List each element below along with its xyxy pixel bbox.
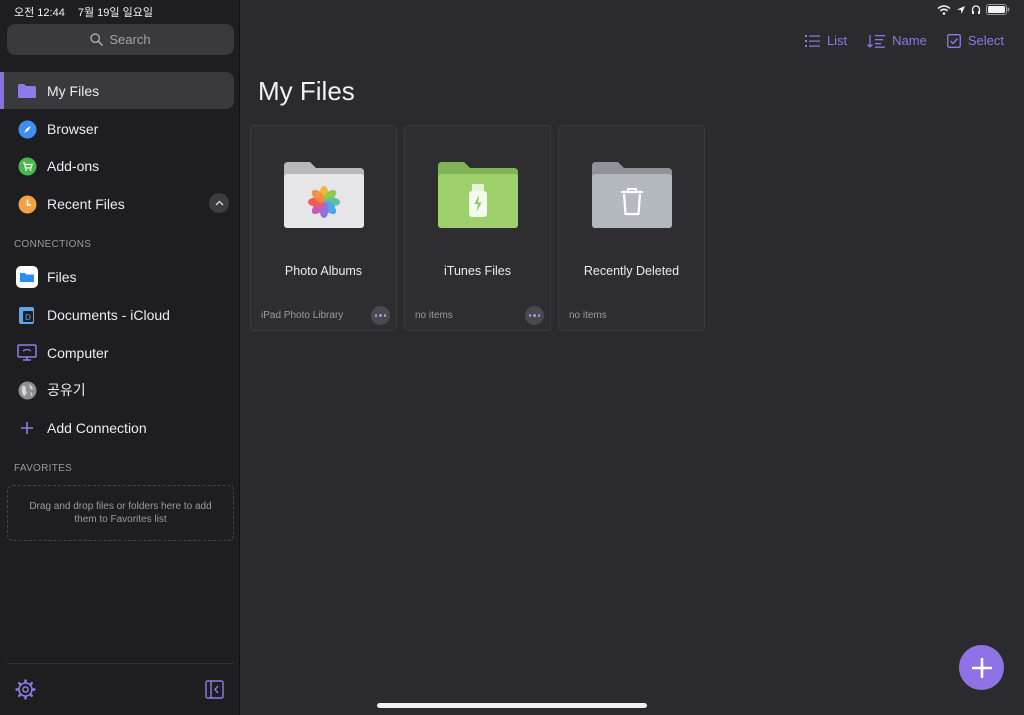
plus-icon [971, 657, 992, 678]
add-connection-button[interactable]: Add Connection [0, 409, 234, 446]
sidebar-item-my-files[interactable]: My Files [0, 72, 234, 109]
clock-icon [16, 193, 38, 215]
sidebar-divider [7, 663, 234, 664]
sidebar-item-label: 공유기 [47, 381, 86, 398]
card-subtitle: no items [569, 310, 607, 321]
location-icon [957, 5, 965, 14]
trash-folder-icon [592, 162, 672, 228]
sidebar-item-files[interactable]: Files [0, 258, 234, 295]
cart-icon [16, 155, 38, 177]
headphones-icon [971, 4, 981, 14]
sidebar-item-browser[interactable]: Browser [0, 110, 234, 147]
sidebar-item-label: Computer [47, 344, 109, 361]
folder-card-photo-albums[interactable]: Photo Albums iPad Photo Library [250, 125, 397, 331]
sidebar-item-label: Files [47, 268, 77, 285]
search-icon [90, 33, 104, 46]
sidebar-item-label: Documents - iCloud [47, 306, 170, 323]
sidebar-item-label: Add Connection [47, 419, 147, 436]
svg-text:D: D [25, 313, 31, 322]
documents-icon: D [16, 304, 38, 326]
search-placeholder: Search [109, 32, 151, 47]
status-date: 7월 19일 일요일 [77, 7, 153, 19]
favorites-header: FAVORITES [14, 463, 73, 474]
compass-icon [16, 118, 38, 140]
sort-label: Name [892, 33, 927, 48]
sort-icon [867, 34, 886, 48]
sidebar-item-recent-files[interactable]: Recent Files [0, 185, 234, 222]
card-subtitle: no items [415, 310, 453, 321]
toolbar: List Name Select [804, 33, 1004, 48]
more-options-button[interactable] [525, 306, 544, 325]
sidebar-item-router[interactable]: 공유기 [0, 371, 234, 408]
computer-icon [16, 342, 38, 364]
favorites-hint: Drag and drop files or folders here to a… [29, 501, 212, 525]
card-title: Recently Deleted [583, 264, 680, 278]
status-time: 오전 12:44 [14, 7, 65, 19]
select-label: Select [967, 33, 1004, 48]
files-app-icon [16, 266, 38, 288]
chevron-up-icon [214, 200, 224, 206]
folder-icon [16, 80, 38, 102]
home-indicator [377, 703, 647, 708]
sidebar-item-label: Browser [47, 120, 99, 137]
card-title: iTunes Files [444, 264, 511, 278]
card-subtitle: iPad Photo Library [261, 310, 344, 321]
status-bar-right [937, 4, 1010, 15]
page-title: My Files [258, 76, 355, 106]
gear-icon[interactable] [15, 679, 36, 700]
folder-card-itunes-files[interactable]: iTunes Files no items [404, 125, 551, 331]
card-title: Photo Albums [284, 264, 363, 278]
plus-icon [16, 417, 38, 439]
wifi-icon [937, 4, 951, 15]
globe-icon [16, 379, 38, 401]
sidebar-item-add-ons[interactable]: Add-ons [0, 147, 234, 184]
favorites-drop-zone[interactable]: Drag and drop files or folders here to a… [7, 485, 234, 541]
sidebar-item-label: Recent Files [47, 195, 125, 212]
sidebar-item-label: Add-ons [47, 157, 100, 174]
collapse-sidebar-icon[interactable] [205, 680, 224, 699]
more-options-button[interactable] [371, 306, 390, 325]
list-icon [804, 34, 820, 47]
checkbox-icon [946, 33, 961, 48]
collapse-recent-button[interactable] [209, 193, 229, 213]
photos-folder-icon [284, 162, 364, 228]
itunes-folder-icon [438, 162, 518, 228]
select-button[interactable]: Select [946, 33, 1004, 48]
search-input[interactable]: Search [7, 24, 234, 55]
list-label: List [826, 33, 848, 48]
connections-header: CONNECTIONS [14, 239, 92, 250]
sidebar-item-label: My Files [47, 82, 100, 99]
add-button[interactable] [959, 645, 1004, 690]
folder-card-recently-deleted[interactable]: Recently Deleted no items [558, 125, 705, 331]
sidebar-item-documents-icloud[interactable]: D Documents - iCloud [0, 296, 234, 333]
sidebar: 오전 12:44 7월 19일 일요일 Search My Files Brow… [0, 0, 240, 715]
list-view-button[interactable]: List [804, 33, 848, 48]
status-bar-left: 오전 12:44 7월 19일 일요일 [14, 4, 163, 20]
battery-icon [986, 4, 1010, 15]
sidebar-item-computer[interactable]: Computer [0, 334, 234, 371]
sort-button[interactable]: Name [867, 33, 927, 48]
main-content: List Name Select My Files Photo Albums i… [240, 0, 1024, 715]
